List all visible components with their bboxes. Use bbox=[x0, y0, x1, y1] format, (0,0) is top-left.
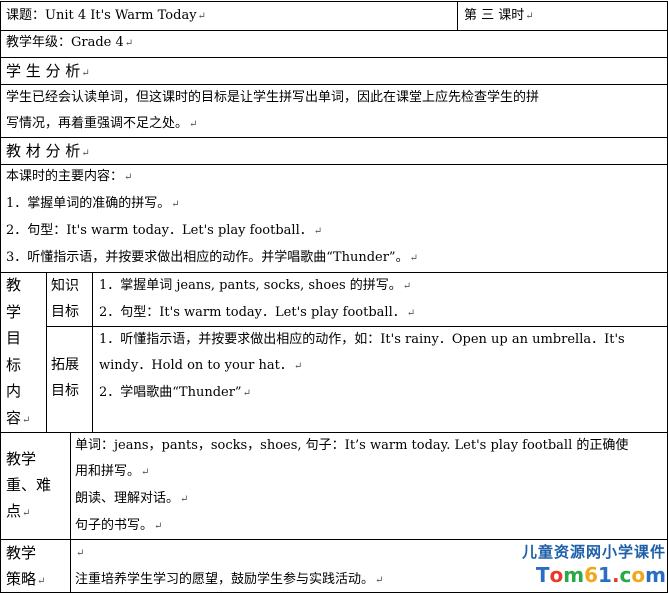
logo-letter: . bbox=[611, 563, 620, 587]
list-item: 2．句型：It's warm today．Let's play football… bbox=[6, 223, 323, 238]
student-analysis-text: 学生已经会认读单词，但这课时的目标是让学生拼写出单词，因此在课堂上应先检查学生的… bbox=[6, 90, 540, 131]
watermark-logo: Tom61.com bbox=[536, 563, 666, 587]
logo-letter: c bbox=[619, 563, 632, 587]
logo-letter: 1 bbox=[598, 563, 612, 587]
knowledge-objective-content: 1．掌握单词 jeans, pants, socks, shoes 的拼写。↵ … bbox=[99, 278, 416, 320]
logo-letter: T bbox=[535, 563, 550, 587]
key-points-label: 教学 重、难 点↵ bbox=[6, 450, 52, 520]
material-analysis-heading: 教 材 分 析↵ bbox=[6, 142, 90, 160]
lesson-plan-table: 课题：Unit 4 It's Warm Today↵ 第 三 课时↵ 教学年级：… bbox=[0, 0, 668, 593]
list-item: 1．掌握单词的准确的拼写。↵ bbox=[6, 196, 180, 211]
objectives-label: 教 学 目 标 内 容↵ bbox=[6, 276, 31, 427]
extension-objective-content: 1．听懂指示语，并按要求做出相应的动作，如：It's rainy．Open up… bbox=[99, 332, 625, 400]
extension-objective-label: 拓展 目标 bbox=[51, 357, 79, 399]
knowledge-objective-label: 知识 目标 bbox=[51, 278, 79, 320]
material-analysis-content: 本课时的主要内容：↵ 1．掌握单词的准确的拼写。↵ 2．句型：It's warm… bbox=[6, 164, 666, 272]
logo-letter: m bbox=[645, 563, 666, 587]
list-item: 3．听懂指示语，并按要求做出相应的动作。并学唱歌曲“Thunder”。↵ bbox=[6, 250, 418, 265]
logo-letter: m bbox=[563, 563, 585, 587]
key-points-content: 单词：jeans，pants，socks，shoes, 句子：It’s warm… bbox=[75, 438, 629, 533]
site-watermark: 儿童资源网小学课件 Tom61.com bbox=[461, 541, 666, 593]
course-title: 课题：Unit 4 It's Warm Today↵ bbox=[6, 8, 206, 23]
logo-letter: o bbox=[549, 563, 564, 587]
teaching-grade: 教学年级：Grade 4↵ bbox=[6, 35, 134, 50]
logo-letter: 6 bbox=[584, 563, 599, 587]
lesson-period: 第 三 课时↵ bbox=[464, 8, 534, 23]
strategy-label: 教学 策略↵ bbox=[6, 544, 46, 588]
student-analysis-heading: 学 生 分 析↵ bbox=[6, 62, 90, 80]
logo-letter: o bbox=[631, 563, 646, 587]
watermark-site-name: 儿童资源网小学课件 bbox=[521, 543, 666, 561]
